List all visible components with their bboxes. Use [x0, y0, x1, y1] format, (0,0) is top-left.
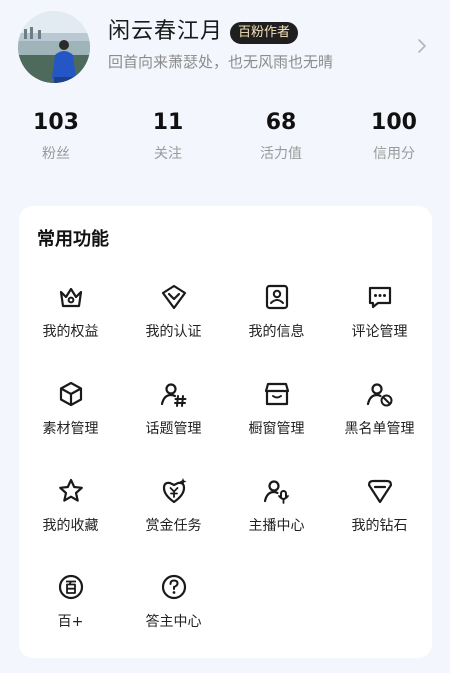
stat-value: 11: [152, 110, 184, 135]
stat-value: 68: [265, 110, 297, 135]
function-answerer-center[interactable]: 答主中心: [122, 572, 225, 652]
function-my-verification[interactable]: 我的认证: [122, 282, 225, 362]
avatar[interactable]: [18, 11, 90, 83]
function-showcase-management[interactable]: 橱窗管理: [225, 379, 328, 459]
function-label: 赏金任务: [145, 518, 202, 534]
star-icon: [56, 476, 86, 506]
function-label: 答主中心: [145, 614, 202, 630]
function-label: 素材管理: [42, 421, 99, 437]
function-label: 我的钻石: [351, 518, 408, 534]
function-label: 我的权益: [42, 324, 99, 340]
function-comment-management[interactable]: 评论管理: [328, 282, 431, 362]
stat-label: 关注: [154, 146, 182, 162]
function-my-info[interactable]: 我的信息: [225, 282, 328, 362]
function-my-benefits[interactable]: 我的权益: [19, 282, 122, 362]
stat-label: 活力值: [260, 146, 302, 162]
stat-credit[interactable]: 100 信用分: [344, 108, 444, 164]
bai-plus-icon: [56, 572, 86, 602]
function-bai-plus[interactable]: 百+: [19, 572, 122, 652]
section-title: 常用功能: [37, 229, 109, 250]
function-material-management[interactable]: 素材管理: [19, 379, 122, 459]
cube-icon: [56, 379, 86, 409]
function-label: 我的认证: [145, 324, 202, 340]
diamond-icon: [365, 476, 395, 506]
function-label: 话题管理: [145, 421, 202, 437]
author-badge[interactable]: 百粉作者: [230, 22, 299, 44]
comment-icon: [365, 282, 395, 312]
function-my-diamonds[interactable]: 我的钻石: [328, 476, 431, 556]
function-label: 黑名单管理: [344, 421, 415, 437]
block-user-icon: [365, 379, 395, 409]
stats-row: 103 粉丝 11 关注 68 活力值 100 信用分: [0, 108, 450, 172]
function-anchor-center[interactable]: 主播中心: [225, 476, 328, 556]
function-label: 主播中心: [248, 518, 305, 534]
stat-vitality[interactable]: 68 活力值: [231, 108, 331, 164]
anchor-mic-icon: [262, 476, 292, 506]
function-label: 我的收藏: [42, 518, 99, 534]
function-label: 百+: [57, 614, 84, 630]
question-icon: [159, 572, 189, 602]
function-label: 我的信息: [248, 324, 305, 340]
function-topic-management[interactable]: 话题管理: [122, 379, 225, 459]
stat-label: 信用分: [373, 146, 415, 162]
stat-following[interactable]: 11 关注: [118, 108, 218, 164]
stat-value: 103: [33, 110, 79, 135]
id-card-icon: [262, 282, 292, 312]
topic-hash-icon: [159, 379, 189, 409]
function-my-favorites[interactable]: 我的收藏: [19, 476, 122, 556]
crown-icon: [56, 282, 86, 312]
function-bounty-tasks[interactable]: 赏金任务: [122, 476, 225, 556]
bounty-icon: [159, 476, 189, 506]
stat-value: 100: [371, 110, 417, 135]
verified-shield-icon: [159, 282, 189, 312]
profile-name: 闲云春江月: [108, 19, 224, 44]
chevron-right-icon[interactable]: [412, 36, 432, 56]
avatar-image: [18, 11, 90, 83]
stat-fans[interactable]: 103 粉丝: [6, 108, 106, 164]
profile-signature: 回首向来萧瑟处，也无风雨也无晴: [108, 53, 334, 71]
function-label: 评论管理: [351, 324, 408, 340]
profile-header[interactable]: 闲云春江月 百粉作者 回首向来萧瑟处，也无风雨也无晴: [0, 0, 450, 96]
function-blacklist-management[interactable]: 黑名单管理: [328, 379, 431, 459]
store-icon: [262, 379, 292, 409]
function-label: 橱窗管理: [248, 421, 305, 437]
common-functions-card: 常用功能 我的权益 我的认证 我的信息 评论管理 素材管理 话题管理 橱窗管理 …: [19, 206, 432, 658]
stat-label: 粉丝: [42, 146, 70, 162]
